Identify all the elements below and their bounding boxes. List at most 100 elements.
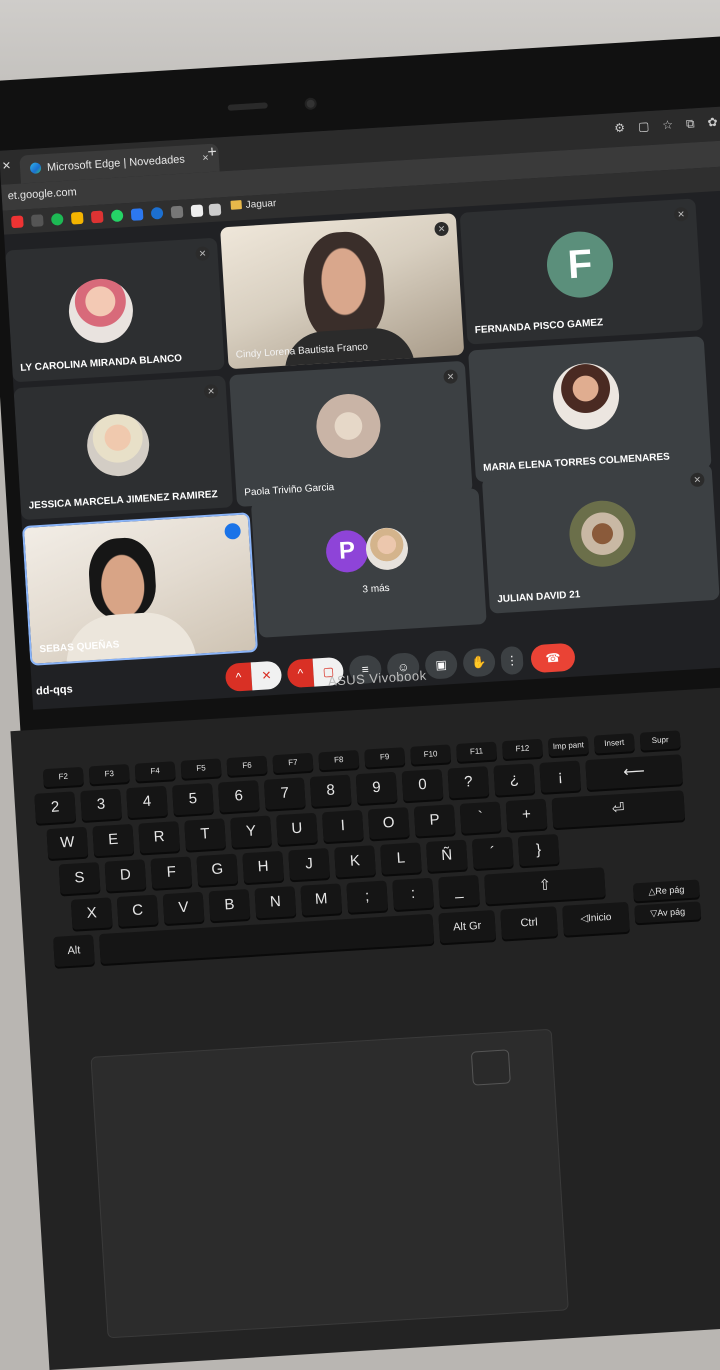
enter-key[interactable]: ⏎ bbox=[551, 790, 686, 829]
more-options-button[interactable]: ⋮ bbox=[500, 645, 524, 676]
f-key[interactable]: F8 bbox=[318, 750, 360, 771]
key[interactable]: H bbox=[242, 850, 285, 884]
imp-pant-key[interactable]: Imp pant bbox=[547, 735, 589, 757]
key[interactable]: Y bbox=[230, 815, 272, 848]
participant-overflow-tile[interactable]: P 3 más bbox=[250, 488, 487, 638]
key[interactable]: M bbox=[300, 883, 343, 916]
raise-hand-button[interactable]: ✋ bbox=[462, 647, 496, 678]
key[interactable]: _ bbox=[438, 874, 480, 908]
key[interactable]: 6 bbox=[217, 780, 260, 813]
key[interactable]: C bbox=[116, 894, 159, 927]
bookmark-icon[interactable] bbox=[70, 211, 84, 225]
key[interactable]: G bbox=[196, 853, 239, 887]
mic-toggle-button[interactable]: ✕ bbox=[250, 660, 283, 691]
key[interactable]: N bbox=[254, 886, 297, 919]
bookmark-icon[interactable] bbox=[130, 208, 144, 221]
participant-tile[interactable]: ✕ JULIAN DAVID 21 bbox=[481, 463, 720, 614]
bookmark-icon[interactable] bbox=[30, 214, 44, 227]
participant-tile[interactable]: F ✕ FERNANDA PISCO GAMEZ bbox=[459, 198, 704, 345]
f-key[interactable]: F12 bbox=[501, 738, 543, 760]
key[interactable]: ´ bbox=[471, 836, 514, 870]
edge-bookmark-icon[interactable] bbox=[150, 206, 164, 220]
insert-key[interactable]: Insert bbox=[593, 733, 635, 754]
browser-toolbar-icons[interactable]: ⚙▢☆⧉✿ bbox=[614, 114, 720, 136]
alt-key[interactable]: Alt bbox=[53, 934, 95, 967]
key[interactable]: R bbox=[138, 821, 181, 854]
key[interactable]: T bbox=[184, 818, 226, 851]
end-call-button[interactable]: ☎ bbox=[530, 642, 576, 674]
f-key[interactable]: F5 bbox=[180, 758, 222, 779]
key[interactable]: B bbox=[208, 888, 251, 922]
key[interactable]: J bbox=[288, 848, 330, 881]
bookmark-icon[interactable] bbox=[190, 204, 204, 218]
bookmark-folder[interactable]: Jaguar bbox=[230, 198, 277, 212]
key[interactable]: Ñ bbox=[425, 839, 468, 872]
participant-video-tile[interactable]: SEBAS QUEÑAS bbox=[21, 512, 259, 666]
key[interactable]: D bbox=[104, 859, 147, 892]
key[interactable]: F bbox=[150, 856, 193, 889]
bookmark-icon[interactable] bbox=[170, 205, 184, 219]
ctrl-key[interactable]: Ctrl bbox=[500, 906, 558, 940]
avpag-key[interactable]: ▽Av pág bbox=[634, 901, 702, 924]
f-key[interactable]: F10 bbox=[410, 744, 452, 765]
mic-options-button[interactable]: ^ bbox=[224, 662, 253, 692]
f-key[interactable]: F3 bbox=[88, 764, 130, 785]
key[interactable]: 2 bbox=[34, 791, 77, 824]
f-key[interactable]: F9 bbox=[364, 747, 406, 768]
inicio-key[interactable]: ◁Inicio bbox=[562, 901, 630, 936]
fingerprint-sensor[interactable] bbox=[470, 1049, 511, 1086]
key[interactable]: V bbox=[162, 891, 205, 925]
shift-key[interactable]: ⇧ bbox=[484, 867, 606, 905]
key[interactable]: ? bbox=[447, 766, 490, 799]
participant-video-tile[interactable]: ✕ Cindy Lorena Bautista Franco bbox=[220, 213, 465, 370]
key[interactable]: 9 bbox=[355, 771, 398, 805]
f-key[interactable]: F2 bbox=[42, 766, 84, 788]
key[interactable]: } bbox=[517, 833, 560, 867]
participant-avatar bbox=[85, 412, 151, 478]
participant-tile[interactable]: ✕ LY CAROLINA MIRANDA BLANCO bbox=[5, 237, 225, 383]
supr-key[interactable]: Supr bbox=[639, 730, 681, 751]
f-key[interactable]: F11 bbox=[456, 741, 498, 762]
key[interactable]: : bbox=[392, 877, 434, 911]
key[interactable]: X bbox=[70, 897, 113, 930]
camera-options-button[interactable]: ^ bbox=[286, 658, 315, 689]
bookmark-icon[interactable] bbox=[90, 210, 104, 224]
key[interactable]: U bbox=[276, 812, 318, 846]
key[interactable]: I bbox=[321, 809, 364, 843]
url-text[interactable]: et.google.com bbox=[7, 186, 77, 202]
key[interactable]: K bbox=[334, 845, 376, 878]
backspace-key[interactable]: ⟵ bbox=[585, 754, 683, 791]
key[interactable]: 4 bbox=[126, 785, 168, 819]
new-tab-button[interactable]: + bbox=[207, 144, 217, 163]
key[interactable]: ¿ bbox=[493, 763, 536, 796]
f-key[interactable]: F6 bbox=[226, 755, 268, 777]
bookmark-icon[interactable] bbox=[208, 203, 222, 217]
key[interactable]: S bbox=[58, 862, 101, 895]
key[interactable]: ` bbox=[459, 801, 502, 834]
key[interactable]: P bbox=[413, 804, 456, 837]
key[interactable]: 0 bbox=[401, 768, 444, 802]
close-icon[interactable]: ✕ bbox=[2, 159, 12, 173]
repag-key[interactable]: △Re pág bbox=[632, 879, 700, 902]
altgr-key[interactable]: Alt Gr bbox=[438, 910, 497, 944]
f-key[interactable]: F4 bbox=[134, 761, 176, 782]
key[interactable]: O bbox=[367, 807, 410, 840]
key[interactable]: L bbox=[380, 842, 422, 875]
participant-tile[interactable]: ✕ JESSICA MARCELA JIMENEZ RAMIREZ bbox=[13, 375, 234, 521]
participant-tile[interactable]: ✕ Paola Triviño Garcia bbox=[229, 360, 473, 507]
key[interactable]: 7 bbox=[263, 777, 306, 810]
key[interactable]: 8 bbox=[309, 774, 352, 807]
present-screen-button[interactable]: ▣ bbox=[424, 649, 459, 680]
key[interactable]: E bbox=[92, 823, 135, 857]
key[interactable]: ; bbox=[346, 880, 389, 913]
youtube-bookmark-icon[interactable] bbox=[10, 215, 24, 229]
whatsapp-bookmark-icon[interactable] bbox=[110, 209, 124, 223]
key[interactable]: ¡ bbox=[539, 760, 582, 793]
spotify-bookmark-icon[interactable] bbox=[50, 213, 64, 226]
key[interactable]: 3 bbox=[80, 788, 122, 822]
key[interactable]: 5 bbox=[172, 783, 214, 816]
key[interactable]: + bbox=[505, 798, 548, 832]
key[interactable]: W bbox=[46, 826, 89, 860]
f-key[interactable]: F7 bbox=[272, 752, 314, 774]
participant-tile[interactable]: MARIA ELENA TORRES COLMENARES bbox=[468, 336, 712, 483]
